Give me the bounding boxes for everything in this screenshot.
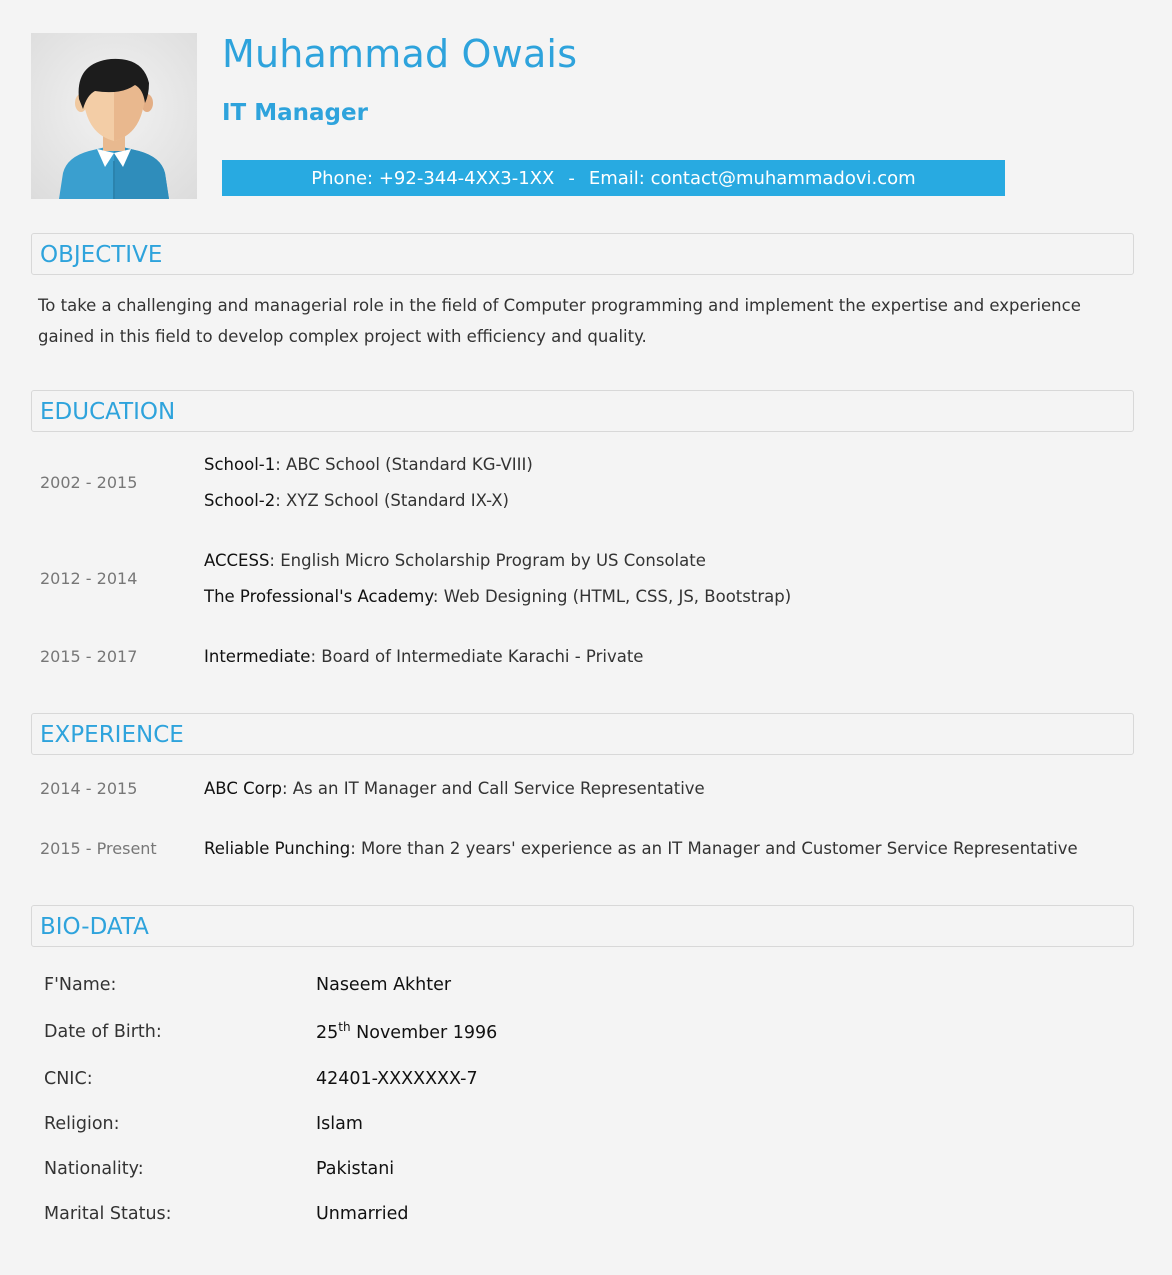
experience-item: Reliable Punching: More than 2 years' ex… — [204, 839, 1078, 858]
experience-item: ABC Corp: As an IT Manager and Call Serv… — [204, 779, 705, 798]
experience-period: 2014 - 2015 — [40, 779, 138, 798]
experience-period: 2015 - Present — [40, 839, 157, 858]
objective-text: To take a challenging and managerial rol… — [38, 296, 1081, 346]
experience-item-label: Reliable Punching — [204, 839, 351, 858]
candidate-role: IT Manager — [222, 100, 368, 126]
contact-bar: Phone: +92-344-4XX3-1XX - Email: contact… — [222, 160, 1005, 196]
objective-section-header: OBJECTIVE — [31, 233, 1134, 275]
biodata-value: 42401-XXXXXXX-7 — [316, 1069, 478, 1089]
contact-separator: - — [568, 167, 575, 189]
profile-avatar — [31, 33, 197, 199]
experience-title: EXPERIENCE — [40, 722, 184, 748]
education-item-text: : Board of Intermediate Karachi - Privat… — [310, 647, 644, 666]
email-link[interactable]: Email: contact@muhammadovi.com — [589, 168, 916, 189]
education-section-header: EDUCATION — [31, 390, 1134, 432]
experience-item-text: : More than 2 years' experience as an IT… — [350, 839, 1078, 858]
education-period: 2002 - 2015 — [40, 473, 138, 492]
education-item-text: : English Micro Scholarship Program by U… — [269, 551, 706, 570]
dob-rest: November 1996 — [350, 1022, 498, 1043]
person-icon — [59, 58, 169, 199]
candidate-name: Muhammad Owais — [222, 32, 578, 76]
education-item-label: School-2 — [204, 491, 276, 510]
education-item-label: School-1 — [204, 455, 276, 474]
education-item: The Professional's Academy: Web Designin… — [204, 587, 791, 606]
education-item: School-1: ABC School (Standard KG-VIII) — [204, 455, 533, 474]
biodata-section-header: BIO-DATA — [31, 905, 1134, 947]
education-item-text: : Web Designing (HTML, CSS, JS, Bootstra… — [432, 587, 792, 606]
biodata-value: Naseem Akhter — [316, 975, 452, 995]
experience-section-header: EXPERIENCE — [31, 713, 1134, 755]
biodata-value: Unmarried — [316, 1204, 409, 1224]
dob-ordinal: th — [338, 1020, 351, 1034]
education-item-text: : ABC School (Standard KG-VIII) — [275, 455, 533, 474]
education-item: Intermediate: Board of Intermediate Kara… — [204, 647, 643, 666]
education-item-text: : XYZ School (Standard IX-X) — [275, 491, 509, 510]
biodata-label: Date of Birth: — [44, 1022, 162, 1042]
phone-text: Phone: +92-344-4XX3-1XX — [311, 167, 555, 189]
biodata-label: Nationality: — [44, 1159, 144, 1179]
biodata-title: BIO-DATA — [40, 914, 149, 940]
education-period: 2015 - 2017 — [40, 647, 138, 666]
biodata-label: Religion: — [44, 1114, 120, 1134]
dob-day: 25 — [316, 1022, 339, 1043]
education-item-label: ACCESS — [204, 551, 270, 570]
biodata-value: Islam — [316, 1114, 363, 1134]
objective-title: OBJECTIVE — [40, 242, 163, 268]
education-item-label: The Professional's Academy — [204, 587, 433, 606]
biodata-value: Pakistani — [316, 1159, 395, 1179]
education-item: ACCESS: English Micro Scholarship Progra… — [204, 551, 706, 570]
education-item-label: Intermediate — [204, 647, 311, 666]
biodata-value: 25th November 1996 — [316, 1020, 497, 1043]
biodata-label: Marital Status: — [44, 1204, 172, 1224]
experience-item-text: : As an IT Manager and Call Service Repr… — [281, 779, 705, 798]
education-title: EDUCATION — [40, 399, 176, 425]
education-period: 2012 - 2014 — [40, 569, 138, 588]
biodata-label: F'Name: — [44, 975, 117, 995]
experience-item-label: ABC Corp — [204, 779, 282, 798]
biodata-label: CNIC: — [44, 1069, 93, 1089]
education-item: School-2: XYZ School (Standard IX-X) — [204, 491, 509, 510]
